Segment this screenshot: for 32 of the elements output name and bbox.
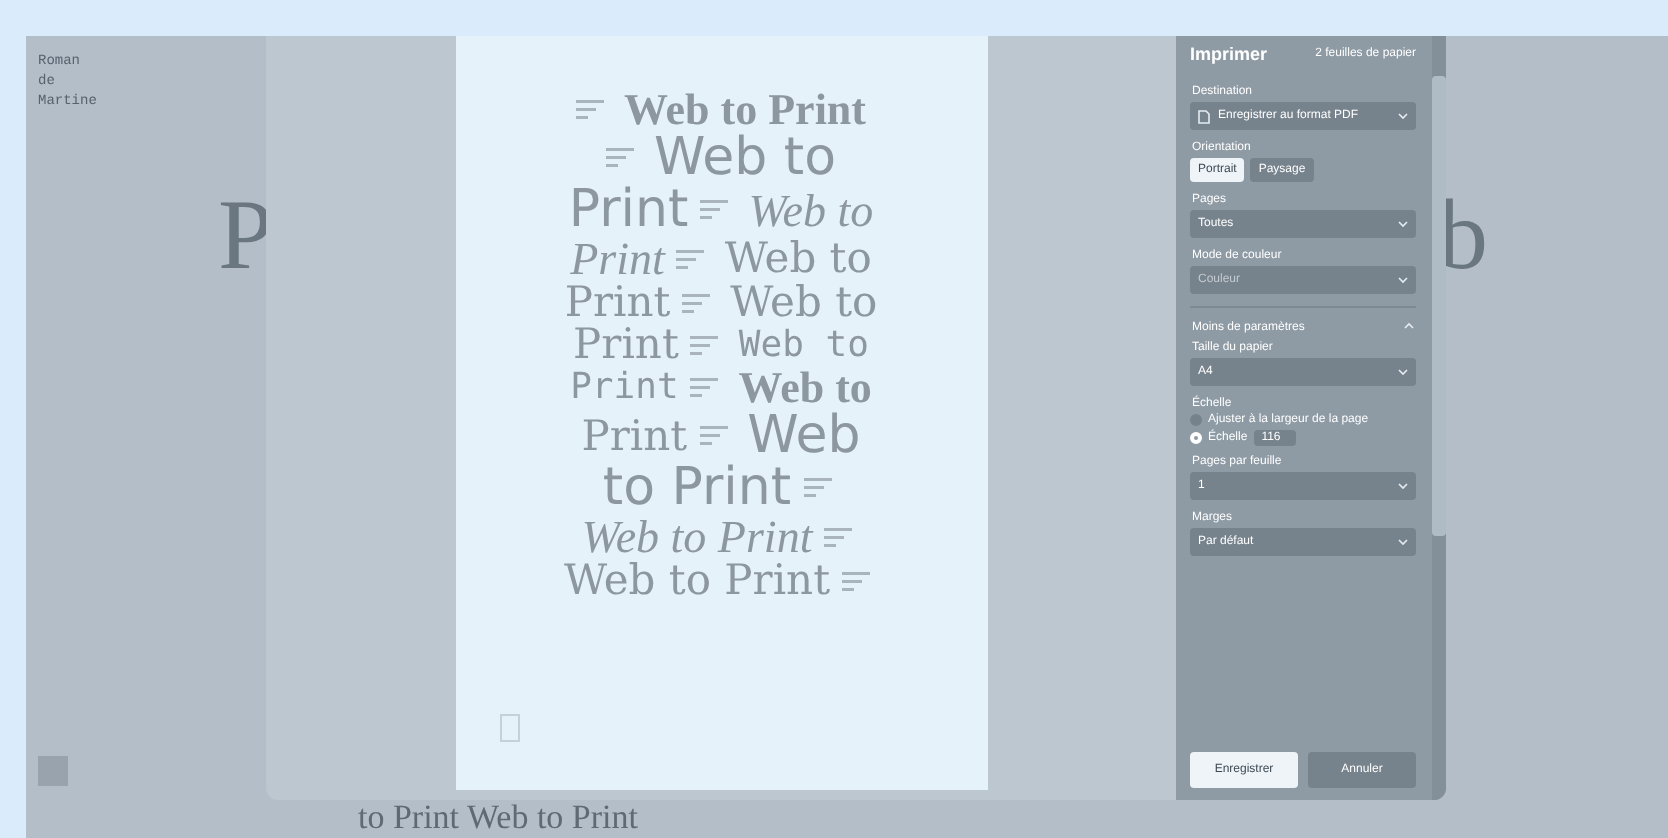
preview-text: Web to <box>730 282 878 324</box>
dialog-title: Imprimer <box>1190 44 1268 64</box>
chevron-up-icon <box>1404 322 1414 330</box>
large-heading: to Print Web to Print <box>356 798 640 838</box>
preview-text: Web to <box>653 132 837 184</box>
chevron-down-icon <box>1398 220 1408 228</box>
preview-text: Web to Print <box>563 560 831 602</box>
scrollbar-thumb[interactable] <box>1432 76 1446 536</box>
large-letter: P <box>218 176 274 292</box>
radio-button[interactable] <box>1190 414 1202 426</box>
chevron-down-icon <box>1398 368 1408 376</box>
preview-text: Print <box>570 370 679 406</box>
preview-text: Print <box>581 415 688 457</box>
chevron-down-icon <box>1398 276 1408 284</box>
preview-text: Web to <box>724 238 872 280</box>
chevron-down-icon <box>1398 538 1408 546</box>
preview-text: Print <box>573 324 679 366</box>
preview-text: Web to Print <box>624 88 866 132</box>
chevron-down-icon <box>1398 482 1408 490</box>
preview-text: Web <box>747 410 861 462</box>
box-icon <box>499 714 519 742</box>
preview-text: to Print <box>602 462 792 514</box>
scrollbar[interactable] <box>1432 36 1446 800</box>
preview-text: Web to <box>738 327 869 363</box>
preview-text: Web to Print <box>581 514 813 560</box>
preview-text: Print <box>568 184 689 236</box>
preview-text: Web to <box>738 366 872 410</box>
preview-text: Print <box>564 282 671 324</box>
preview-text: Web to <box>748 187 874 233</box>
preview-text: Print <box>570 236 665 282</box>
square-icon <box>38 756 68 786</box>
chevron-down-icon <box>1398 112 1408 120</box>
